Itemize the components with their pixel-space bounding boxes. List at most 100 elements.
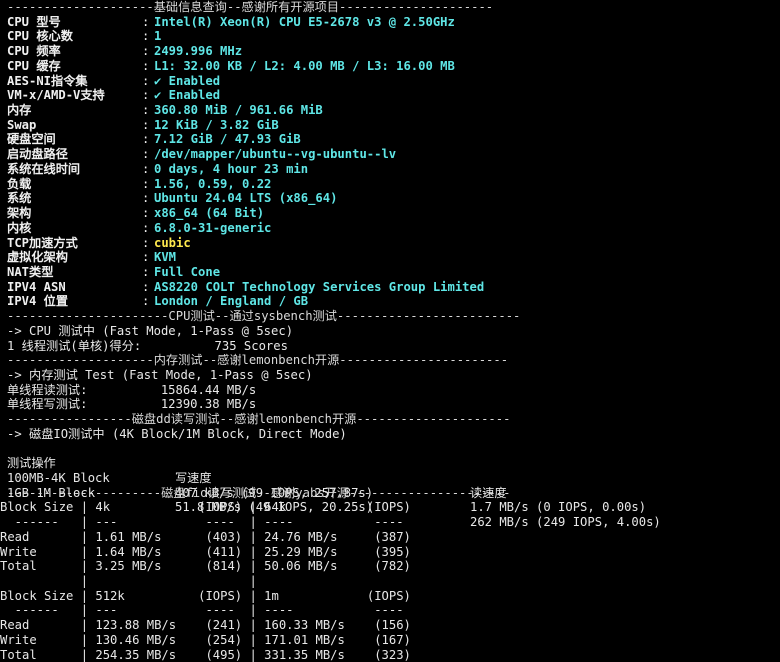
basic-info-row: TCP加速方式: cubic — [7, 236, 780, 251]
info-label: CPU 型号 — [7, 14, 61, 29]
fio-row: | | — [0, 574, 411, 589]
info-value: Intel(R) Xeon(R) CPU E5-2678 v3 @ 2.50GH… — [154, 14, 455, 29]
info-colon: : — [142, 294, 150, 309]
fio-results-table: Block Size | 4k (IOPS) | 64k (IOPS) ----… — [0, 500, 780, 662]
info-label: 负载 — [7, 176, 32, 191]
info-label: 系统在线时间 — [7, 161, 81, 176]
info-value: 2499.996 MHz — [154, 44, 243, 59]
info-label: 虚拟化架构 — [7, 250, 68, 265]
basic-info-row: 启动盘路径: /dev/mapper/ubuntu--vg-ubuntu--lv — [7, 147, 780, 162]
info-value: 0 days, 4 hour 23 min — [154, 161, 309, 176]
info-label: IPV4 ASN — [7, 279, 66, 294]
info-value: 6.8.0-31-generic — [154, 220, 272, 235]
fio-row: Block Size | 4k (IOPS) | 64k (IOPS) — [0, 500, 411, 515]
info-colon: : — [142, 161, 150, 176]
info-label: NAT类型 — [7, 264, 54, 279]
basic-info-row: AES-NI指令集: ✔ Enabled — [7, 74, 780, 89]
info-colon: : — [142, 58, 150, 73]
info-colon: : — [142, 44, 150, 59]
info-label: CPU 频率 — [7, 44, 61, 59]
cpu-test-header: ----------------------CPU测试--通过sysbench测… — [7, 309, 521, 324]
info-label: IPV4 位置 — [7, 294, 69, 309]
info-colon: : — [142, 29, 150, 44]
info-colon: : — [142, 279, 150, 294]
basic-info-row: 内核:6.8.0-31-generic — [7, 221, 780, 236]
info-colon: : — [142, 132, 150, 147]
basic-info-row: IPV4 ASN: AS8220 COLT Technology Services… — [7, 280, 780, 295]
info-value: KVM — [154, 250, 177, 265]
info-value: 7.12 GiB / 47.93 GiB — [154, 132, 301, 147]
disk-dd-status: -> 磁盘IO测试中 (4K Block/1M Block, Direct Mo… — [7, 426, 347, 441]
info-colon: : — [142, 264, 150, 279]
fio-row: ------ | --- ---- | ---- ---- — [0, 515, 411, 530]
info-colon: : — [142, 176, 150, 191]
info-value: cubic — [154, 235, 191, 250]
info-colon: : — [142, 220, 150, 235]
info-value: ✔ Enabled — [154, 73, 221, 88]
basic-info-row: 硬盘空间:7.12 GiB / 47.93 GiB — [7, 132, 780, 147]
disk-dd-row: 1GB-1M Block 51.8 MB/s (49 IOPS, 20.25s)… — [7, 471, 780, 529]
disk-dd-row: 100MB-4K Block 407 kB/s (99 IOPS, 257.87… — [7, 456, 780, 514]
info-value: L1: 32.00 KB / L2: 4.00 MB / L3: 16.00 M… — [154, 58, 455, 73]
basic-info-header: --------------------基础信息查询--感谢所有开源项目----… — [7, 0, 494, 14]
info-label: 内存 — [7, 103, 32, 118]
mem-read-result: 单线程读测试: 15864.44 MB/s — [7, 382, 257, 397]
mem-test-header: --------------------内存测试--感谢lemonbench开源… — [7, 353, 509, 368]
info-value: /dev/mapper/ubuntu--vg-ubuntu--lv — [154, 147, 397, 162]
fio-row: Read | 123.88 MB/s (241) | 160.33 MB/s (… — [0, 618, 411, 633]
fio-row: Write | 1.64 MB/s (411) | 25.29 MB/s (39… — [0, 544, 411, 559]
basic-info-row: 系统: Ubuntu 24.04 LTS (x86_64) — [7, 191, 780, 206]
info-value: 1.56, 0.59, 0.22 — [154, 176, 272, 191]
info-value: London / England / GB — [154, 294, 309, 309]
info-label: 启动盘路径 — [7, 147, 68, 162]
basic-info-row: 系统在线时间:0 days, 4 hour 23 min — [7, 162, 780, 177]
basic-info-row: 架构: x86_64 (64 Bit) — [7, 206, 780, 221]
basic-info-row: CPU 型号: Intel(R) Xeon(R) CPU E5-2678 v3 @… — [7, 15, 780, 30]
basic-info-row: CPU 频率:2499.996 MHz — [7, 44, 780, 59]
info-colon: : — [142, 88, 150, 103]
basic-info-row: CPU 缓存: L1: 32.00 KB / L2: 4.00 MB / L3: … — [7, 59, 780, 74]
terminal-window[interactable]: --------------------基础信息查询--感谢所有开源项目----… — [0, 0, 780, 662]
fio-row: Read | 1.61 MB/s (403) | 24.76 MB/s (387… — [0, 529, 411, 544]
basic-info-row: 负载:1.56, 0.59, 0.22 — [7, 177, 780, 192]
info-value: 12 KiB / 3.82 GiB — [154, 117, 279, 132]
info-value: ✔ Enabled — [154, 88, 221, 103]
info-value: AS8220 COLT Technology Services Group Li… — [154, 279, 485, 294]
basic-info-row: VM-x/AMD-V支持: ✔ Enabled — [7, 88, 780, 103]
cpu-test-status: -> CPU 测试中 (Fast Mode, 1-Pass @ 5sec) — [7, 323, 294, 338]
info-colon: : — [142, 206, 150, 221]
info-colon: : — [142, 147, 150, 162]
info-label: 系统 — [7, 191, 32, 206]
fio-row: Total | 254.35 MB/s (495) | 331.35 MB/s … — [0, 647, 411, 662]
info-label: VM-x/AMD-V支持 — [7, 88, 105, 103]
disk-dd-columns: 测试操作 写速度 读速度 — [7, 442, 780, 499]
basic-info-list: CPU 型号: Intel(R) Xeon(R) CPU E5-2678 v3 @… — [7, 15, 780, 309]
info-colon: : — [142, 235, 150, 250]
info-colon: : — [142, 73, 150, 88]
basic-info-row: 内存:360.80 MiB / 961.66 MiB — [7, 103, 780, 118]
info-label: TCP加速方式 — [7, 235, 78, 250]
fio-row: Total | 3.25 MB/s (814) | 50.06 MB/s (78… — [0, 559, 411, 574]
info-colon: : — [142, 117, 150, 132]
basic-info-row: CPU 核心数:1 — [7, 29, 780, 44]
info-label: 硬盘空间 — [7, 132, 56, 147]
info-colon: : — [142, 103, 150, 118]
basic-info-row: NAT类型: Full Cone — [7, 265, 780, 280]
info-label: 内核 — [7, 220, 32, 235]
info-value: Ubuntu 24.04 LTS (x86_64) — [154, 191, 338, 206]
basic-info-row: Swap:12 KiB / 3.82 GiB — [7, 118, 780, 133]
mem-write-result: 单线程写测试: 12390.38 MB/s — [7, 397, 257, 412]
info-label: CPU 核心数 — [7, 29, 73, 44]
fio-row: ------ | --- ---- | ---- ---- — [0, 603, 411, 618]
info-colon: : — [142, 14, 150, 29]
disk-fio-header: ---------------------磁盘fio读写测试--感谢yabs开源… — [7, 485, 511, 500]
basic-info-row: IPV4 位置: London / England / GB — [7, 294, 780, 309]
info-colon: : — [142, 250, 150, 265]
basic-info-row: 虚拟化架构: KVM — [7, 250, 780, 265]
info-label: 架构 — [7, 206, 32, 221]
info-value: 1 — [154, 29, 162, 44]
info-value: x86_64 (64 Bit) — [154, 206, 265, 221]
mem-test-status: -> 内存测试 Test (Fast Mode, 1-Pass @ 5sec) — [7, 367, 313, 382]
info-label: AES-NI指令集 — [7, 73, 88, 88]
info-label: Swap — [7, 117, 37, 132]
